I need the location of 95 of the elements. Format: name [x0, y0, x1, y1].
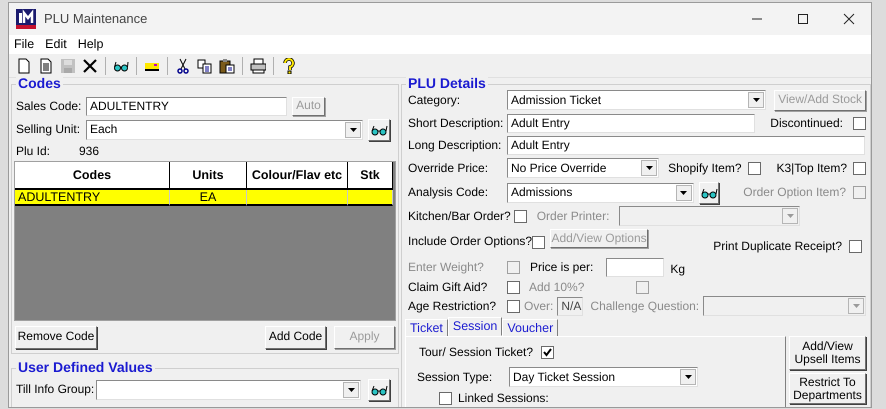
- caret-icon: [752, 96, 761, 104]
- app-logo-icon: [16, 9, 36, 29]
- glasses-icon: [700, 186, 718, 198]
- checkbox[interactable]: [748, 162, 760, 174]
- printer-icon[interactable]: [250, 58, 266, 74]
- input-field[interactable]: ADULTENTRY: [86, 96, 287, 116]
- field-label: Challenge Question:: [590, 298, 700, 314]
- column-header[interactable]: Stk: [348, 162, 393, 190]
- field-label: Over:: [524, 298, 554, 314]
- field-label: Long Description:: [408, 138, 502, 152]
- checkbox[interactable]: [532, 236, 546, 248]
- dropdown[interactable]: Admissions: [507, 182, 694, 202]
- table-cell: [348, 190, 393, 206]
- group-title: Codes: [16, 76, 63, 90]
- paste-icon[interactable]: [219, 58, 235, 74]
- field-label: Print Duplicate Receipt?: [713, 238, 842, 254]
- glasses-icon: [370, 124, 388, 136]
- field-label: Order Option Item?: [743, 185, 846, 200]
- field-label: Category:: [408, 92, 462, 108]
- caret-icon: [346, 386, 356, 394]
- dropdown[interactable]: No Price Override: [507, 158, 660, 178]
- caret-icon: [679, 188, 688, 196]
- dropdown[interactable]: [96, 380, 361, 400]
- button[interactable]: Remove Code: [15, 326, 97, 348]
- field-label: Price is per:: [530, 260, 594, 275]
- field-label: Claim Gift Aid?: [408, 280, 488, 294]
- field-label: Age Restriction?: [408, 298, 498, 314]
- tab[interactable]: Ticket: [405, 319, 448, 336]
- checkbox[interactable]: [541, 346, 554, 358]
- copy-icon[interactable]: [197, 58, 213, 74]
- field-label: Override Price:: [408, 160, 490, 176]
- field-label: Shopify Item?: [668, 160, 742, 176]
- document-icon[interactable]: [38, 58, 54, 74]
- find-button[interactable]: [698, 182, 720, 204]
- field-label: Plu Id:: [15, 144, 52, 158]
- checkbox[interactable]: [514, 210, 527, 222]
- dropdown[interactable]: Each: [86, 120, 363, 140]
- field-label: Kitchen/Bar Order?: [408, 208, 511, 224]
- checkbox[interactable]: [507, 280, 520, 294]
- field-label: Order Printer:: [536, 208, 610, 224]
- field-label: Linked Sessions:: [458, 390, 549, 406]
- field-label: Till Info Group:: [15, 382, 96, 397]
- new-file-icon[interactable]: [16, 58, 32, 74]
- input-field[interactable]: Adult Entry: [507, 136, 865, 154]
- input-field[interactable]: [606, 258, 664, 277]
- field-label: Selling Unit:: [15, 122, 82, 137]
- field-label: Sales Code:: [15, 98, 82, 114]
- field-label: Short Description:: [408, 116, 504, 130]
- delete-icon[interactable]: [82, 58, 98, 74]
- checkbox[interactable]: [439, 392, 452, 404]
- button[interactable]: Restrict To Departments: [789, 373, 866, 404]
- help-icon[interactable]: [281, 58, 297, 74]
- dropdown[interactable]: Day Ticket Session: [509, 367, 698, 387]
- caret-icon: [684, 373, 692, 381]
- field-label: Tour/ Session Ticket?: [419, 344, 534, 360]
- group-title: PLU Details: [406, 76, 488, 90]
- menu-item[interactable]: Help: [78, 37, 104, 52]
- field-label: Analysis Code:: [408, 185, 490, 200]
- tab[interactable]: Session: [448, 317, 502, 336]
- table-cell: EA: [170, 190, 247, 206]
- checkbox[interactable]: [853, 116, 866, 130]
- menu-item[interactable]: File: [14, 37, 34, 52]
- column-header[interactable]: Colour/Flav etc: [247, 162, 348, 190]
- field-label: Add 10%?: [529, 280, 584, 294]
- caret-icon: [786, 212, 795, 220]
- window-title: PLU Maintenance: [44, 11, 148, 27]
- checkbox[interactable]: [849, 240, 862, 252]
- maximize-icon[interactable]: [797, 13, 809, 25]
- dropdown[interactable]: Admission Ticket: [507, 90, 766, 110]
- field-label: Discontinued:: [770, 116, 843, 130]
- caret-icon: [644, 164, 654, 172]
- input-field[interactable]: Adult Entry: [507, 114, 756, 132]
- field-label: Session Type:: [417, 370, 494, 384]
- column-header[interactable]: Units: [170, 162, 247, 190]
- table-cell: ADULTENTRY: [15, 190, 170, 206]
- checkbox[interactable]: [853, 162, 866, 174]
- menu-item[interactable]: Edit: [45, 37, 67, 52]
- button[interactable]: Add/View Upsell Items: [789, 336, 866, 370]
- find-button[interactable]: [368, 118, 390, 140]
- field-label: Include Order Options?: [408, 235, 532, 249]
- close-icon[interactable]: [843, 13, 855, 25]
- column-header[interactable]: Codes: [15, 162, 170, 190]
- field-label: 936: [79, 144, 100, 158]
- field-label: K3|Top Item?: [776, 160, 847, 176]
- caret-icon: [852, 302, 860, 310]
- checkbox[interactable]: [507, 300, 520, 312]
- field-label: Enter Weight?: [408, 260, 485, 275]
- button[interactable]: Add Code: [265, 326, 326, 348]
- field-label: Kg: [670, 262, 686, 277]
- glasses-icon: [370, 384, 388, 396]
- tab[interactable]: Voucher: [502, 319, 558, 336]
- group-title: User Defined Values: [16, 360, 155, 374]
- caret-icon: [348, 126, 358, 134]
- find-button[interactable]: [368, 378, 390, 400]
- scissors-icon[interactable]: [175, 58, 191, 74]
